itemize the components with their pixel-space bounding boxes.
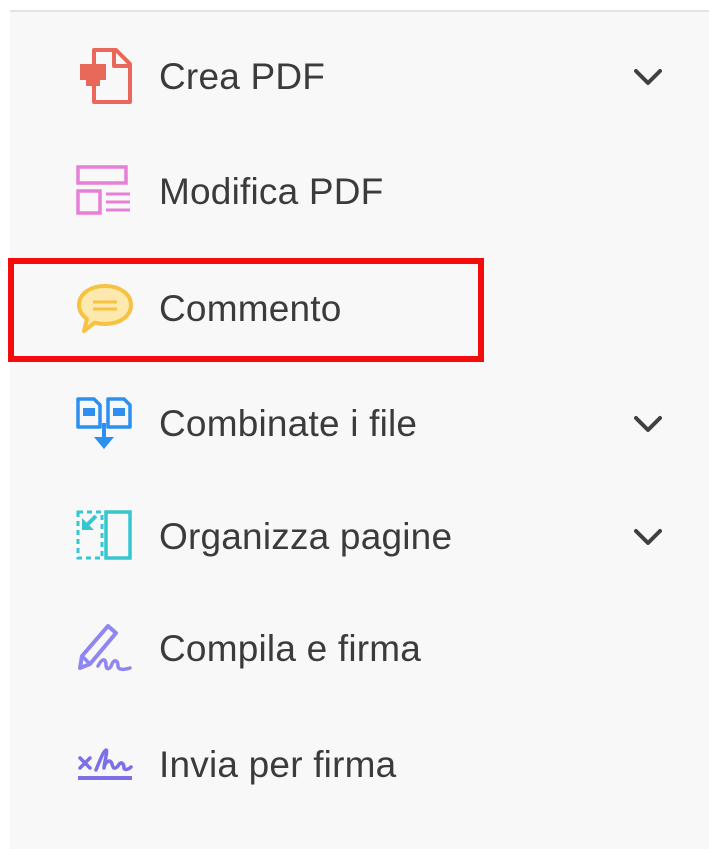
tool-item-organizza-pagine[interactable]: Organizza pagine	[10, 492, 709, 582]
tool-item-modifica-pdf[interactable]: Modifica PDF	[10, 147, 709, 237]
tools-panel: Crea PDF Modifica PDF Commento Combinate…	[8, 10, 709, 849]
tool-item-compila-e-firma[interactable]: Compila e firma	[10, 604, 709, 694]
chevron-down-icon[interactable]	[630, 409, 666, 439]
tool-item-label: Invia per firma	[159, 744, 397, 785]
tool-item-crea-pdf[interactable]: Crea PDF	[10, 32, 709, 122]
tool-item-label: Crea PDF	[159, 56, 326, 97]
edit-pdf-icon	[76, 165, 130, 215]
tool-item-combinate-i-file[interactable]: Combinate i file	[10, 379, 709, 469]
highlight-box	[8, 258, 484, 362]
tool-item-label: Combinate i file	[159, 403, 418, 444]
tool-item-label: Modifica PDF	[159, 171, 384, 212]
chevron-down-icon[interactable]	[630, 522, 666, 552]
tool-item-label: Compila e firma	[159, 628, 422, 669]
fill-sign-icon	[78, 624, 132, 672]
combine-files-icon	[76, 397, 132, 449]
tool-item-invia-per-firma[interactable]: Invia per firma	[10, 720, 709, 810]
create-pdf-icon	[80, 48, 132, 104]
chevron-down-icon[interactable]	[630, 62, 666, 92]
tool-item-label: Organizza pagine	[159, 516, 453, 557]
send-for-signature-icon	[78, 748, 133, 780]
organize-pages-icon	[76, 510, 132, 560]
